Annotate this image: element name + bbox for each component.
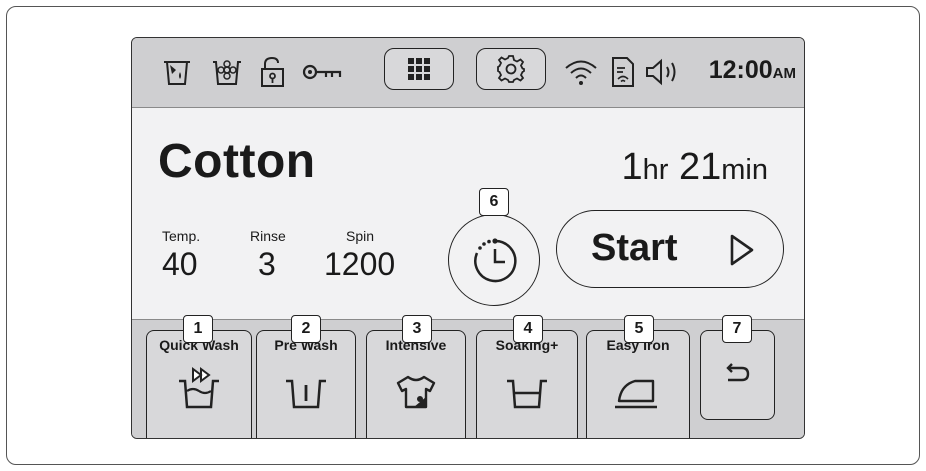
quick-wash-icon (179, 367, 219, 409)
spin-setting[interactable]: Spin 1200 (324, 228, 395, 283)
minutes-unit: min (721, 154, 768, 186)
soaking-icon (507, 379, 547, 409)
sound-icon (644, 56, 684, 88)
program-name: Cotton (158, 135, 316, 188)
start-button[interactable]: Start (556, 210, 784, 288)
spin-value: 1200 (324, 246, 396, 282)
callout-7: 7 (722, 315, 752, 343)
callout-5: 5 (624, 315, 654, 343)
pre-wash-button[interactable]: Pre Wash (256, 330, 356, 438)
duration-hours: 1 (621, 146, 643, 188)
callout-1: 1 (183, 315, 213, 343)
grid-icon (408, 58, 430, 80)
pre-wash-icon (286, 379, 326, 409)
callout-2: 2 (291, 315, 321, 343)
start-label: Start (591, 227, 678, 269)
gear-icon (497, 55, 525, 83)
easy-iron-icon (615, 379, 657, 409)
temp-setting[interactable]: Temp. 40 (162, 228, 200, 283)
temp-label: Temp. (162, 228, 201, 244)
child-lock-key-icon (300, 56, 344, 88)
control-display: 12:00AM Cotton 1hr 21min Temp. 40 Rinse … (131, 37, 805, 439)
rinse-value: 3 (258, 246, 276, 282)
play-icon (730, 234, 754, 266)
timer-icon (474, 238, 517, 283)
soaking-button[interactable]: Soaking+ (476, 330, 578, 438)
callout-3: 3 (402, 315, 432, 343)
settings-button[interactable] (476, 48, 546, 90)
rinse-setting[interactable]: Rinse 3 (250, 228, 286, 283)
easy-iron-button[interactable]: Easy Iron (586, 330, 690, 438)
back-button[interactable] (700, 330, 775, 420)
clock-time: 12:00 (708, 56, 773, 84)
unlock-icon (256, 56, 290, 88)
callout-6: 6 (479, 188, 509, 216)
status-bar: 12:00AM (132, 38, 804, 108)
hours-unit: hr (642, 154, 669, 186)
delay-end-button[interactable] (448, 214, 540, 306)
quick-wash-button[interactable]: Quick Wash (146, 330, 252, 438)
fabric-softener-icon (210, 56, 244, 88)
back-arrow-icon (726, 363, 750, 382)
wifi-icon (564, 56, 598, 88)
detergent-icon (160, 56, 194, 88)
clock: 12:00AM (709, 56, 796, 85)
intensive-icon (396, 375, 436, 409)
apps-menu-button[interactable] (384, 48, 454, 90)
smart-control-icon (607, 56, 641, 88)
intensive-button[interactable]: Intensive (366, 330, 466, 438)
program-duration: 1hr 21min (621, 146, 768, 189)
spin-label: Spin (346, 228, 375, 244)
duration-minutes: 21 (678, 146, 722, 188)
clock-ampm: AM (772, 65, 796, 82)
callout-4: 4 (513, 315, 543, 343)
rinse-label: Rinse (250, 228, 286, 244)
temp-value: 40 (162, 246, 198, 282)
